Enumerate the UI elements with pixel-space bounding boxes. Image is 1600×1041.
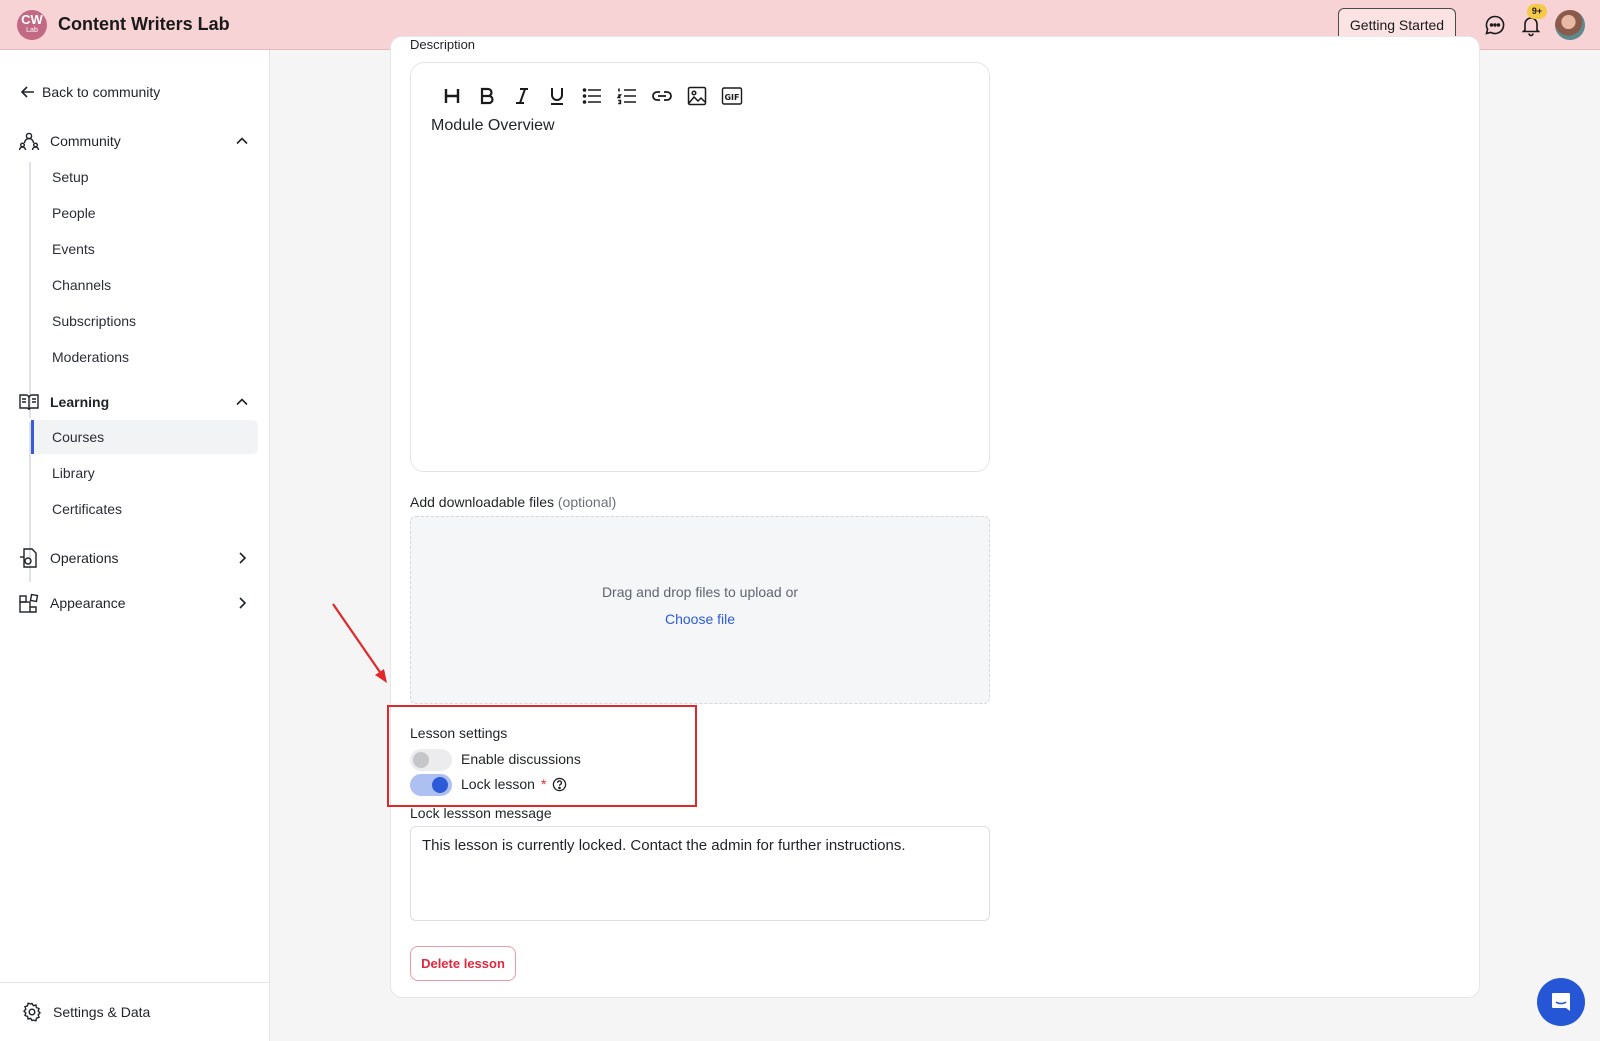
svg-text:GIF: GIF <box>724 93 739 102</box>
sidebar-section-operations[interactable]: Operations <box>18 546 250 570</box>
enable-discussions-label: Enable discussions <box>461 751 581 767</box>
sidebar-item-setup[interactable]: Setup <box>31 160 258 194</box>
sidebar-item-courses[interactable]: Courses <box>31 420 258 454</box>
annotation-arrow-icon <box>332 603 387 683</box>
logo-text: CW <box>21 12 43 27</box>
chevron-right-icon[interactable] <box>234 595 250 611</box>
gear-icon <box>23 1002 41 1022</box>
help-icon[interactable] <box>552 777 567 792</box>
sidebar-section-appearance[interactable]: Appearance <box>18 591 250 615</box>
app-title[interactable]: Content Writers Lab <box>58 14 230 35</box>
editor-toolbar: GIF <box>439 83 744 108</box>
sidebar-section-label: Learning <box>50 394 110 410</box>
enable-discussions-text: Enable discussions <box>461 751 581 767</box>
lesson-settings-title: Lesson settings <box>410 725 508 741</box>
sidebar-item-subscriptions[interactable]: Subscriptions <box>31 304 258 338</box>
settings-and-data-link[interactable]: Settings & Data <box>0 982 270 1041</box>
sidebar-section-label: Community <box>50 133 121 149</box>
lock-lesson-toggle[interactable] <box>410 774 452 796</box>
operations-icon <box>20 548 37 568</box>
required-mark: * <box>540 776 547 792</box>
sidebar-section-community[interactable]: Community <box>18 129 250 153</box>
choose-file-link[interactable]: Choose file <box>411 611 989 627</box>
sidebar: Back to community Community Setup People… <box>0 50 270 1041</box>
sidebar-item-moderations[interactable]: Moderations <box>31 340 258 374</box>
lock-lesson-label: Lock lesson * <box>461 776 567 792</box>
heading-icon[interactable] <box>439 83 464 108</box>
underline-icon[interactable] <box>544 83 569 108</box>
chat-icon[interactable] <box>1483 13 1507 37</box>
avatar[interactable] <box>1555 10 1585 40</box>
chevron-up-icon[interactable] <box>234 394 250 410</box>
community-icon <box>18 132 40 151</box>
sidebar-section-label: Appearance <box>50 595 126 611</box>
downloadable-files-label: Add downloadable files (optional) <box>410 494 616 510</box>
file-dropzone[interactable]: Drag and drop files to upload or Choose … <box>410 516 990 704</box>
appearance-icon <box>19 593 39 613</box>
toggle-knob <box>413 752 429 768</box>
lock-message-textarea[interactable]: This lesson is currently locked. Contact… <box>410 826 990 921</box>
description-label: Description <box>410 40 476 52</box>
image-icon[interactable] <box>684 83 709 108</box>
italic-icon[interactable] <box>509 83 534 108</box>
sidebar-section-label: Operations <box>50 550 119 566</box>
chevron-right-icon[interactable] <box>234 550 250 566</box>
lock-lesson-text: Lock lesson <box>461 776 535 792</box>
sidebar-section-learning[interactable]: Learning <box>18 390 250 414</box>
book-icon <box>19 394 39 411</box>
numbered-list-icon[interactable] <box>614 83 639 108</box>
dropzone-text: Drag and drop files to upload or <box>601 584 799 600</box>
editor-content[interactable]: Module Overview <box>431 117 555 135</box>
sidebar-item-channels[interactable]: Channels <box>31 268 258 302</box>
sidebar-item-library[interactable]: Library <box>31 456 258 490</box>
notification-badge: 9+ <box>1527 4 1547 19</box>
community-logo[interactable]: CW Lab <box>17 10 47 40</box>
files-label-text: Add downloadable files <box>410 494 554 510</box>
bold-icon[interactable] <box>474 83 499 108</box>
files-optional-text: (optional) <box>557 494 617 510</box>
bullet-list-icon[interactable] <box>579 83 604 108</box>
link-icon[interactable] <box>649 83 674 108</box>
arrow-left-icon <box>20 86 34 98</box>
sidebar-item-events[interactable]: Events <box>31 232 258 266</box>
description-editor[interactable]: GIF Module Overview <box>410 62 990 472</box>
sidebar-item-certificates[interactable]: Certificates <box>31 492 258 526</box>
chat-bubble-icon <box>1552 993 1570 1011</box>
enable-discussions-toggle[interactable] <box>410 749 452 771</box>
sidebar-item-people[interactable]: People <box>31 196 258 230</box>
lock-message-label: Lock lessson message <box>410 805 552 821</box>
gif-icon[interactable]: GIF <box>719 83 744 108</box>
delete-lesson-button[interactable]: Delete lesson <box>410 946 516 981</box>
back-label: Back to community <box>42 84 161 100</box>
chevron-up-icon[interactable] <box>234 133 250 149</box>
toggle-knob <box>432 777 448 793</box>
logo-subtext: Lab <box>26 27 38 34</box>
settings-label: Settings & Data <box>53 1004 151 1020</box>
back-to-community-link[interactable]: Back to community <box>20 84 160 100</box>
support-chat-button[interactable] <box>1537 978 1585 1026</box>
